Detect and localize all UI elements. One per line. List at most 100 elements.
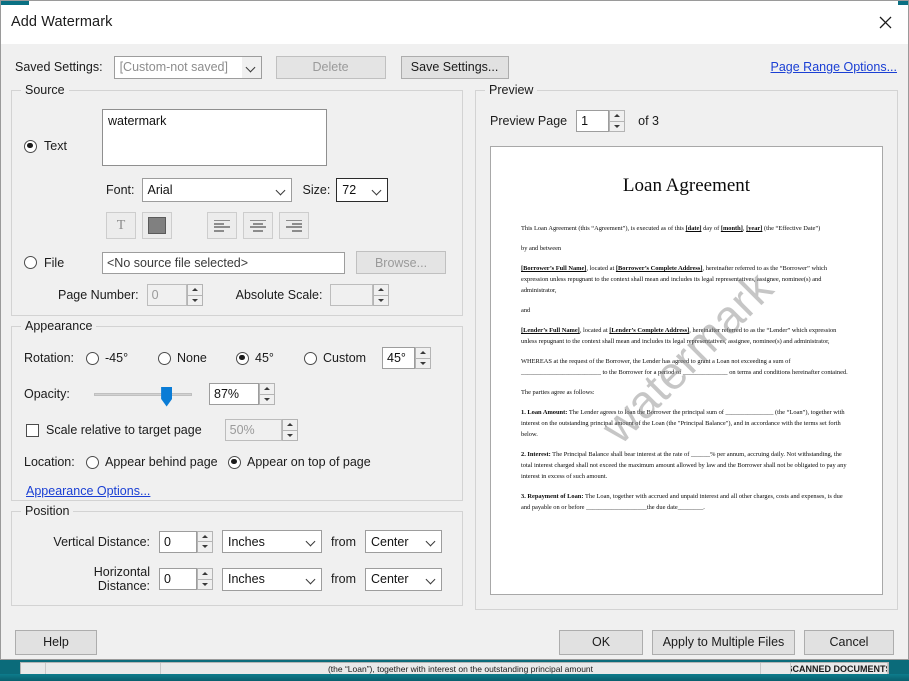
align-center-icon[interactable] xyxy=(243,212,273,239)
color-swatch xyxy=(148,217,166,234)
location-radio-behind[interactable] xyxy=(86,455,99,469)
cancel-button[interactable]: Cancel xyxy=(804,629,894,655)
horizontal-distance-input[interactable]: 0 xyxy=(159,568,197,590)
stepper-up[interactable] xyxy=(259,383,275,394)
stepper-down[interactable] xyxy=(197,541,213,553)
scale-relative-checkbox[interactable] xyxy=(26,423,39,437)
align-right-icon[interactable] xyxy=(279,212,309,239)
rotation-radio-custom[interactable] xyxy=(304,351,317,365)
align-center-glyph xyxy=(250,219,266,232)
vertical-distance-stepper[interactable] xyxy=(197,530,213,553)
vertical-from-dropdown[interactable]: Center xyxy=(365,530,442,553)
stepper-up[interactable] xyxy=(281,419,298,430)
accent-bar-left xyxy=(1,1,29,5)
appearance-legend: Appearance xyxy=(21,319,97,333)
stepper-up[interactable] xyxy=(373,284,390,295)
stepper-down[interactable] xyxy=(609,120,626,132)
rotation-option-custom[interactable]: Custom xyxy=(304,351,382,365)
opacity-slider-thumb[interactable] xyxy=(161,386,173,407)
close-icon[interactable] xyxy=(862,1,908,44)
rotation-label-none: None xyxy=(177,351,207,365)
chevron-down-icon xyxy=(302,569,321,590)
stepper-down[interactable] xyxy=(186,294,203,306)
text-style-icon[interactable]: T xyxy=(106,212,136,239)
position-legend: Position xyxy=(21,504,74,518)
location-radio-ontop[interactable] xyxy=(228,455,241,469)
rotation-custom-input[interactable]: 45° xyxy=(382,347,415,369)
rotation-option-none[interactable]: None xyxy=(158,351,236,365)
font-dropdown[interactable]: Arial xyxy=(141,178,292,202)
stepper-down[interactable] xyxy=(259,393,275,405)
stepper-down[interactable] xyxy=(415,357,431,369)
location-label-ontop: Appear on top of page xyxy=(247,455,371,469)
preview-page-canvas[interactable]: Loan Agreement This Loan Agreement (this… xyxy=(490,146,883,595)
scale-relative-input[interactable]: 50% xyxy=(224,419,282,441)
location-label: Location: xyxy=(24,455,75,469)
source-text-radio[interactable] xyxy=(24,139,37,153)
absolute-scale-stepper[interactable] xyxy=(373,284,390,306)
vertical-distance-value: 0 xyxy=(164,534,171,549)
stepper-down[interactable] xyxy=(197,578,213,590)
save-settings-button[interactable]: Save Settings... xyxy=(400,55,509,79)
scale-relative-stepper[interactable] xyxy=(281,419,298,441)
delete-button[interactable]: Delete xyxy=(275,55,386,79)
page-number-stepper[interactable] xyxy=(186,284,203,306)
horizontal-from-dropdown[interactable]: Center xyxy=(365,567,442,591)
ok-button[interactable]: OK xyxy=(559,629,643,655)
page-range-options-link[interactable]: Page Range Options... xyxy=(771,60,897,74)
horizontal-unit-value: Inches xyxy=(228,572,265,586)
location-option-behind[interactable]: Appear behind page xyxy=(86,455,228,469)
rotation-label-45: 45° xyxy=(255,351,274,365)
apply-multiple-button[interactable]: Apply to Multiple Files xyxy=(652,629,795,655)
absolute-scale-input[interactable] xyxy=(330,284,374,306)
page-number-input[interactable]: 0 xyxy=(146,284,187,306)
help-button[interactable]: Help xyxy=(15,629,97,655)
stepper-up[interactable] xyxy=(415,347,431,358)
rotation-label-neg45: -45° xyxy=(105,351,129,365)
saved-settings-label: Saved Settings: xyxy=(15,60,103,74)
horizontal-unit-dropdown[interactable]: Inches xyxy=(222,567,322,591)
source-legend: Source xyxy=(21,83,69,97)
opacity-stepper[interactable] xyxy=(259,383,275,405)
text-color-swatch[interactable] xyxy=(142,212,172,239)
chevron-down-icon xyxy=(272,179,291,201)
stepper-up[interactable] xyxy=(186,284,203,295)
vertical-distance-input[interactable]: 0 xyxy=(159,530,197,553)
opacity-input[interactable]: 87% xyxy=(209,383,259,405)
rotation-radio-45[interactable] xyxy=(236,351,249,365)
rotation-radio-none[interactable] xyxy=(158,351,171,365)
browse-button[interactable]: Browse... xyxy=(356,251,446,274)
size-label: Size: xyxy=(302,183,331,197)
rotation-option-neg45[interactable]: -45° xyxy=(86,351,158,365)
horizontal-distance-stepper[interactable] xyxy=(197,568,213,590)
stepper-up[interactable] xyxy=(197,530,213,541)
rotation-custom-value: 45° xyxy=(387,351,406,365)
align-left-icon[interactable] xyxy=(207,212,237,239)
vertical-from-value: Center xyxy=(371,534,409,549)
size-dropdown[interactable]: 72 xyxy=(336,178,389,202)
appearance-options-link[interactable]: Appearance Options... xyxy=(26,484,150,498)
chevron-down-icon xyxy=(422,569,441,590)
rotation-radio-neg45[interactable] xyxy=(86,351,99,365)
stepper-up[interactable] xyxy=(197,568,213,579)
position-group: Position Vertical Distance: 0 Inches fro… xyxy=(11,504,463,606)
source-file-input[interactable]: <No source file selected> xyxy=(102,251,345,274)
watermark-text-input[interactable]: watermark xyxy=(102,109,327,166)
preview-page-input[interactable]: 1 xyxy=(576,110,610,132)
rotation-stepper[interactable] xyxy=(415,347,431,369)
location-option-ontop[interactable]: Appear on top of page xyxy=(228,455,371,469)
stepper-up[interactable] xyxy=(609,110,626,121)
vertical-distance-label: Vertical Distance: xyxy=(53,534,150,549)
source-file-radio[interactable] xyxy=(24,256,37,269)
preview-page-stepper[interactable] xyxy=(609,110,626,132)
stepper-down[interactable] xyxy=(373,294,390,306)
saved-settings-dropdown[interactable]: [Custom-not saved] xyxy=(113,55,262,79)
vertical-unit-dropdown[interactable]: Inches xyxy=(222,530,322,553)
opacity-slider[interactable] xyxy=(94,386,192,407)
chevron-down-icon xyxy=(302,531,321,552)
vertical-unit-value: Inches xyxy=(228,534,265,549)
document-paragraph: 1. Loan Amount: The Lender agrees to loa… xyxy=(521,409,845,439)
rotation-option-45[interactable]: 45° xyxy=(236,351,304,365)
stepper-down[interactable] xyxy=(281,429,298,441)
opacity-label: Opacity: xyxy=(24,387,70,401)
